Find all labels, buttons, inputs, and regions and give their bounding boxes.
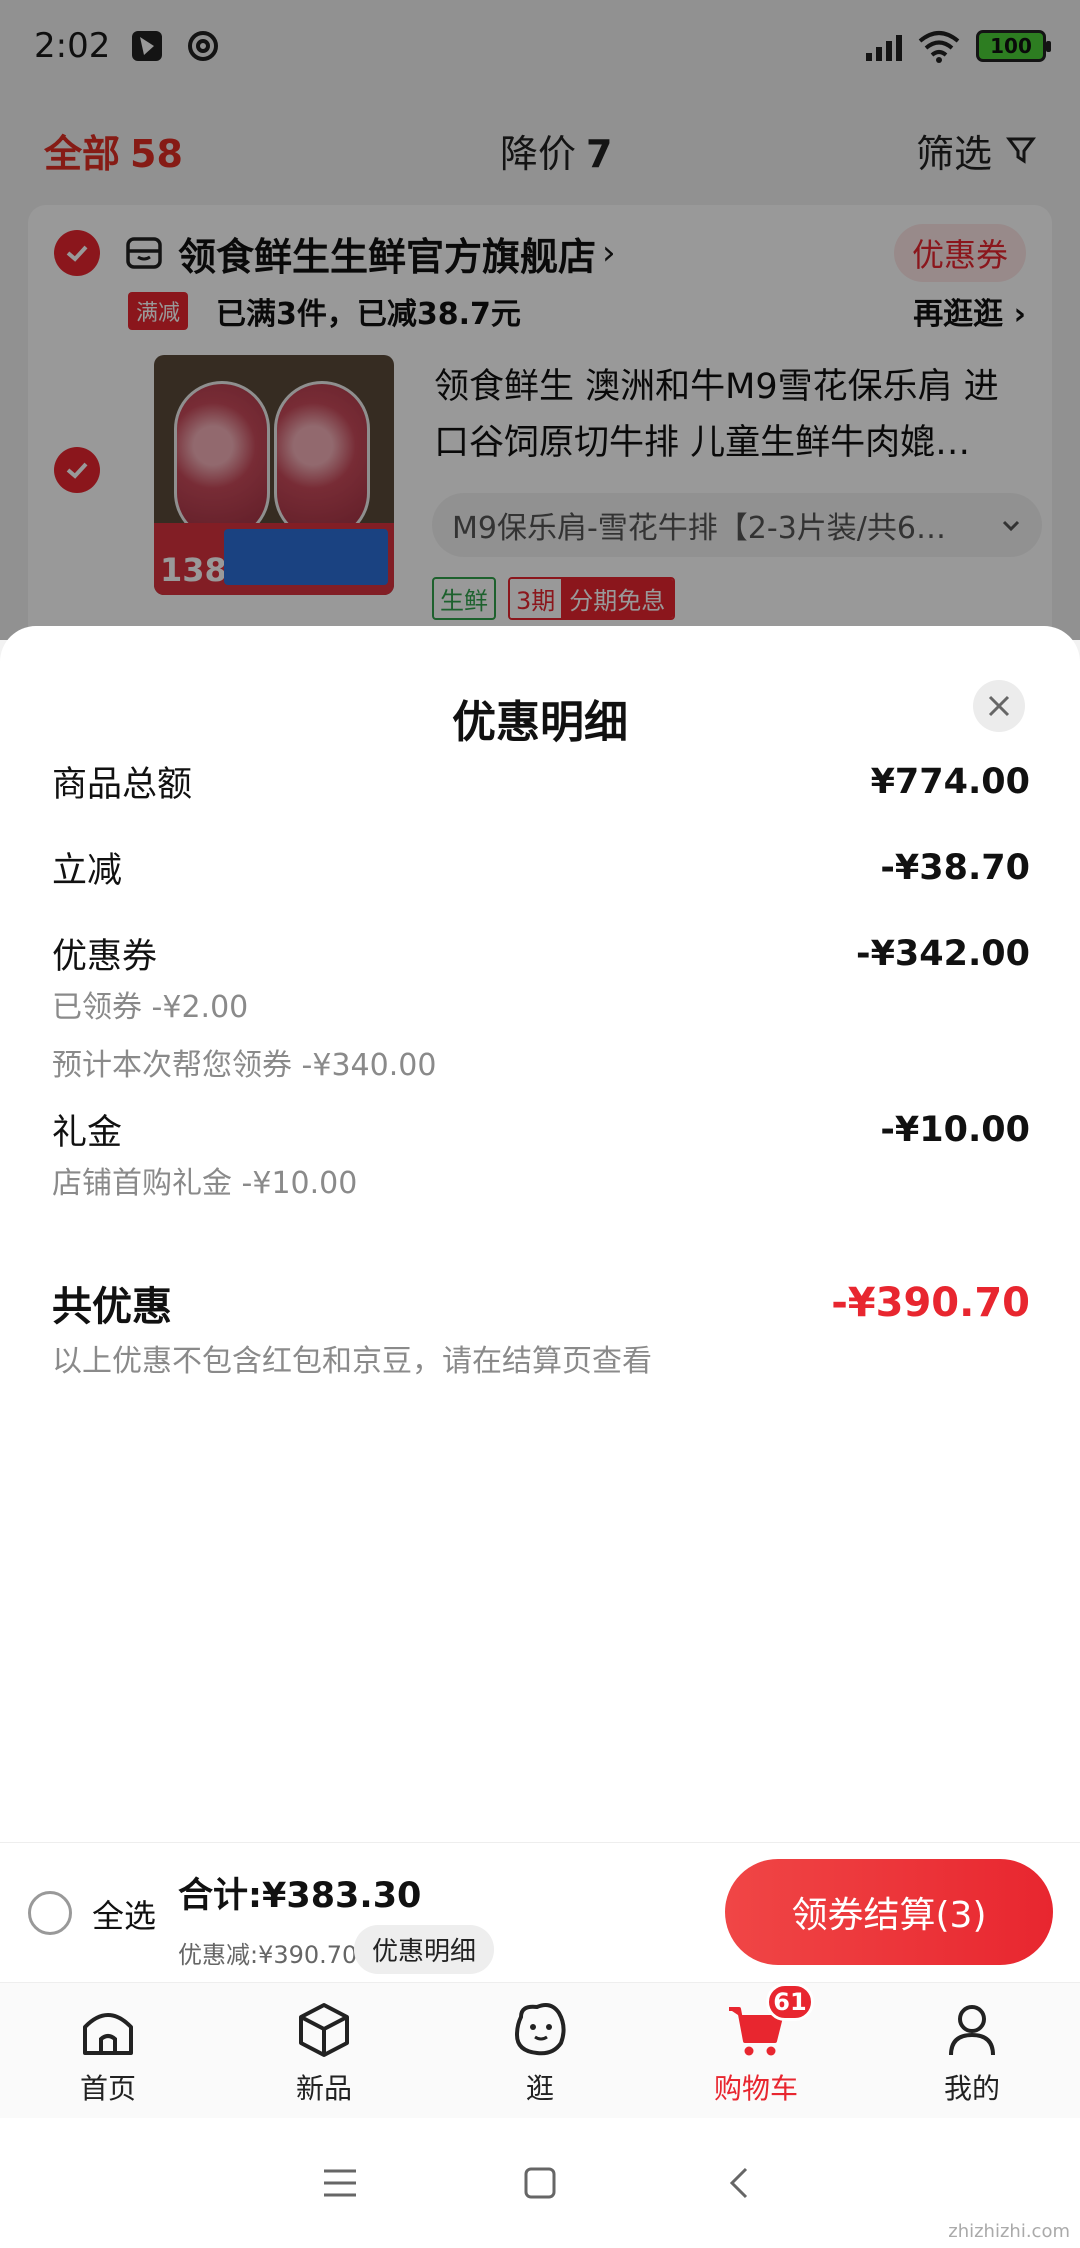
checkout-button[interactable]: 领券结算(3) [725,1859,1053,1965]
tab-home[interactable]: 首页 [0,1983,216,2118]
row-gift-money: 礼金 -¥10.00 [52,1109,1030,1154]
total-sum: 合计:¥383.30 [178,1876,422,1916]
discount-detail-button[interactable]: 优惠明细 [354,1925,495,1974]
tab-browse[interactable]: 逛 [432,1983,648,2118]
coupon-claimed-text: 已领券 -¥2.00 [52,990,249,1025]
close-icon [988,695,1010,717]
row-subtotal: 商品总额 ¥774.00 [52,761,1030,806]
bottom-tab-bar: 首页 新品 逛 61 购物车 我的 [0,1982,1080,2118]
watermark: zhizhizhi.com [948,2221,1070,2242]
tab-cart[interactable]: 61 购物车 [648,1983,864,2118]
user-icon [949,2005,995,2056]
row-total-discount: 共优惠 -¥390.70 [52,1280,1030,1330]
tab-new[interactable]: 新品 [216,1983,432,2118]
home-icon [83,2013,133,2055]
discount-note: 以上优惠不包含红包和京豆，请在结算页查看 [52,1344,652,1379]
sheet-title: 优惠明细 [452,697,628,748]
select-all-label[interactable]: 全选 [92,1891,156,1937]
checkout-bar: 全选 合计:¥383.30 优惠减:¥390.70 优惠明细 领券结算(3) [0,1842,1080,1982]
cube-icon [299,2003,349,2057]
cart-count-badge: 61 [766,1983,814,2021]
row-coupon: 优惠券 -¥342.00 [52,933,1030,978]
saved-amount: 优惠减:¥390.70 [178,1941,358,1969]
discount-detail-sheet: 优惠明细 商品总额 ¥774.00 立减 -¥38.70 优惠券 -¥342.00 已… [0,626,1080,1842]
system-navigation-bar: zhizhizhi.com [0,2118,1080,2248]
back-icon[interactable] [720,2163,760,2203]
row-instant-discount: 立减 -¥38.70 [52,847,1030,892]
select-all-radio[interactable] [28,1891,72,1935]
coupon-estimate-text: 预计本次帮您领券 -¥340.00 [52,1048,437,1083]
face-icon [514,2003,566,2056]
home-square-icon[interactable] [520,2163,560,2203]
tab-me[interactable]: 我的 [864,1983,1080,2118]
modal-overlay[interactable] [0,0,1080,640]
gift-money-text: 店铺首购礼金 -¥10.00 [52,1166,358,1201]
menu-icon[interactable] [320,2163,360,2203]
close-button[interactable] [973,680,1025,732]
